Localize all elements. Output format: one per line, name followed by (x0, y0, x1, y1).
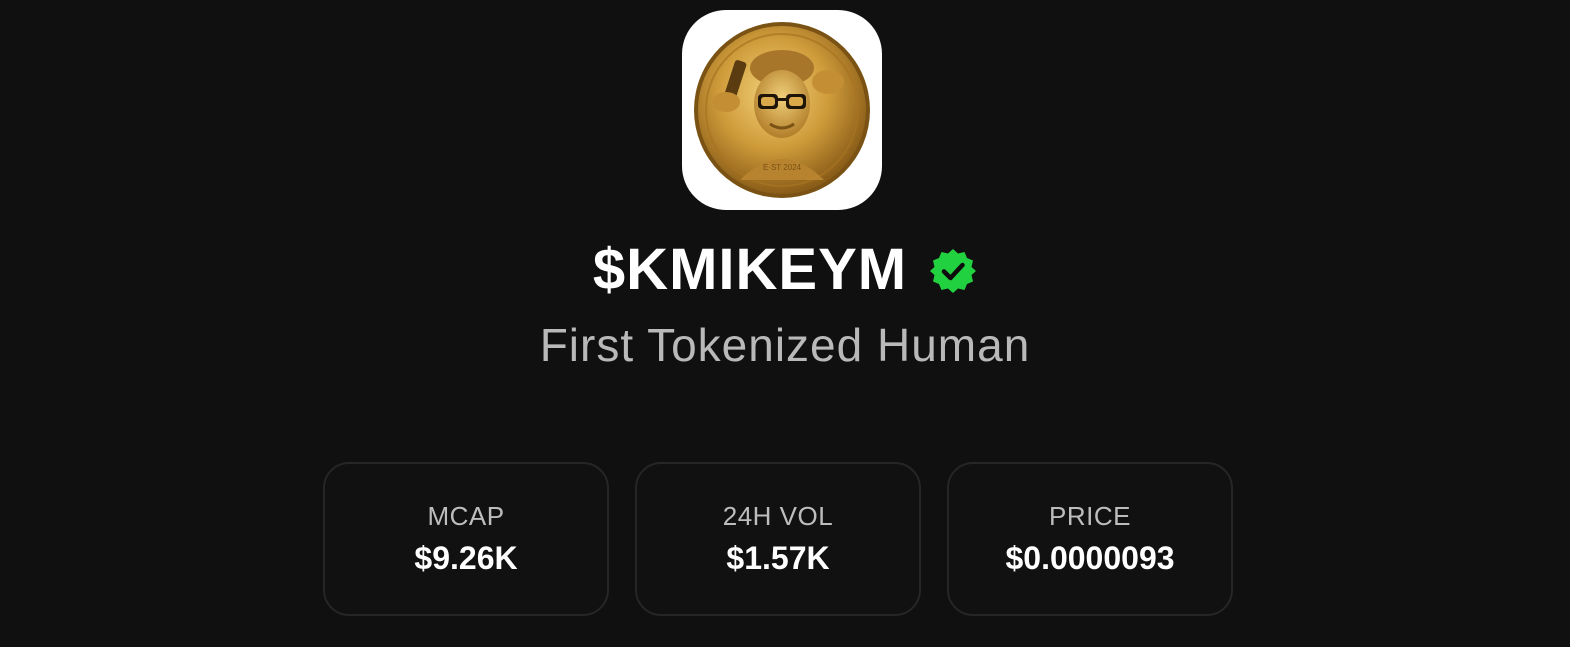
stat-value: $0.0000093 (1005, 540, 1175, 576)
gold-coin-portrait-icon: E·ST 2024 (694, 22, 870, 198)
svg-text:E·ST 2024: E·ST 2024 (763, 163, 802, 172)
stat-card-mcap: MCAP $9.26K (323, 462, 609, 616)
stat-label: 24H VOL (722, 501, 834, 531)
stats-row: MCAP $9.26K 24H VOL $1.57K PRICE $0.0000… (323, 462, 1233, 616)
stat-value: $9.26K (414, 540, 518, 576)
stat-card-24h-vol: 24H VOL $1.57K (635, 462, 921, 616)
stat-value: $1.57K (726, 540, 830, 576)
token-logo: E·ST 2024 (682, 10, 882, 210)
token-title-row: $KMIKEYM (0, 238, 1570, 302)
token-tagline: First Tokenized Human (539, 319, 1031, 371)
stat-card-price: PRICE $0.0000093 (947, 462, 1233, 616)
stat-label: PRICE (1049, 501, 1131, 531)
verified-check-icon (930, 249, 977, 293)
stat-label: MCAP (427, 501, 505, 531)
token-name: $KMIKEYM (592, 237, 908, 302)
